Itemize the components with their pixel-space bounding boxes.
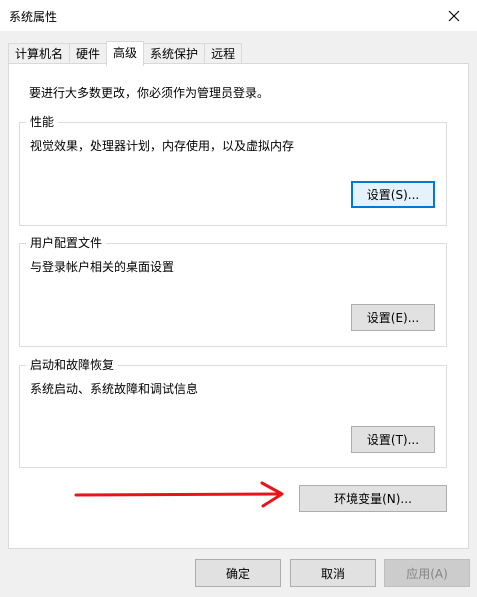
startup-recovery-legend: 启动和故障恢复 (26, 358, 119, 372)
tab-system-protection[interactable]: 系统保护 (143, 43, 206, 65)
title-bar[interactable]: 系统属性 (0, 0, 477, 31)
red-arrow-annotation (74, 481, 284, 508)
performance-legend: 性能 (26, 115, 59, 129)
user-profiles-group: 用户配置文件 与登录帐户相关的桌面设置 设置(E)... (19, 236, 447, 347)
apply-button[interactable]: 应用(A) (384, 559, 470, 587)
performance-group: 性能 视觉效果，处理器计划，内存使用，以及虚拟内存 设置(S)... (19, 115, 447, 226)
startup-recovery-settings-button[interactable]: 设置(T)... (351, 426, 435, 453)
user-profiles-legend: 用户配置文件 (26, 236, 107, 250)
performance-settings-button[interactable]: 设置(S)... (351, 181, 435, 208)
startup-recovery-group: 启动和故障恢复 系统启动、系统故障和调试信息 设置(T)... (19, 358, 447, 468)
performance-description: 视觉效果，处理器计划，内存使用，以及虚拟内存 (30, 139, 295, 153)
close-icon (448, 10, 460, 21)
startup-recovery-description: 系统启动、系统故障和调试信息 (30, 382, 199, 396)
user-profiles-settings-button[interactable]: 设置(E)... (351, 304, 435, 331)
tab-remote[interactable]: 远程 (204, 43, 243, 65)
tab-strip: 计算机名 硬件 高级 系统保护 远程 (8, 41, 243, 66)
cancel-button[interactable]: 取消 (290, 559, 376, 587)
advanced-tab-panel: 要进行大多数更改，你必须作为管理员登录。 性能 视觉效果，处理器计划，内存使用，… (8, 63, 469, 549)
admin-note: 要进行大多数更改，你必须作为管理员登录。 (29, 86, 270, 100)
tab-computer-name[interactable]: 计算机名 (8, 43, 71, 65)
tab-advanced[interactable]: 高级 (106, 41, 145, 66)
environment-variables-button[interactable]: 环境变量(N)... (299, 485, 447, 512)
close-button[interactable] (431, 0, 477, 31)
user-profiles-description: 与登录帐户相关的桌面设置 (30, 260, 175, 274)
ok-button[interactable]: 确定 (195, 559, 281, 587)
tab-hardware[interactable]: 硬件 (69, 43, 108, 65)
window-title: 系统属性 (9, 10, 58, 24)
system-properties-window: 系统属性 计算机名 硬件 高级 系统保护 远程 要进行大多数更改，你必须作为管理… (0, 0, 477, 597)
